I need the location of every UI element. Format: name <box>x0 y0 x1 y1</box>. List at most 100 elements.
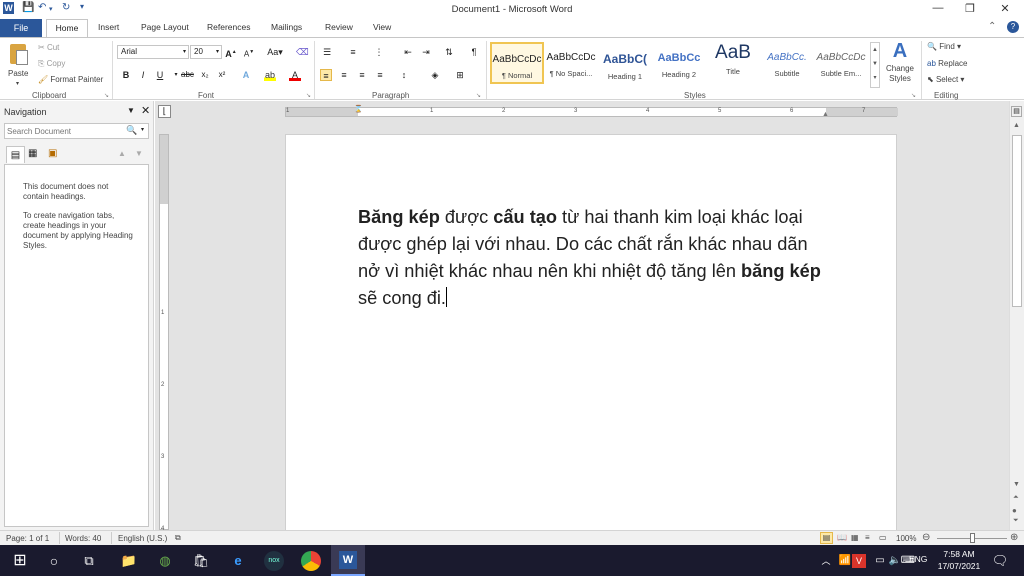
styles-scroll[interactable]: ▲ ▼ ▾ <box>870 42 880 88</box>
copy-button[interactable]: ⎘ Copy <box>38 59 65 69</box>
zoom-thumb[interactable] <box>970 533 975 543</box>
font-launcher-icon[interactable]: ↘ <box>306 92 311 99</box>
tab-insert[interactable]: Insert <box>98 22 119 32</box>
macro-record-icon[interactable]: ⧉ <box>175 533 181 543</box>
web-layout-icon[interactable]: ▦ <box>851 533 859 542</box>
style-no-spaci[interactable]: AaBbCcDc ¶ No Spaci... <box>544 42 598 84</box>
horizontal-ruler[interactable]: 1 1 2 3 4 5 6 7 ⌛ ▲ <box>285 105 898 118</box>
paragraph-launcher-icon[interactable]: ↘ <box>476 92 481 99</box>
app-icon[interactable]: ◍ <box>155 551 175 571</box>
close-pane-icon[interactable]: ✕ <box>141 104 150 117</box>
scroll-thumb[interactable] <box>1012 135 1022 307</box>
next-page-icon[interactable]: ⏷ <box>1013 517 1019 525</box>
search-dropdown-icon[interactable]: ▾ <box>141 126 144 133</box>
tab-home[interactable]: Home <box>46 19 88 38</box>
style-heading-2[interactable]: AaBbCc Heading 2 <box>652 42 706 84</box>
search-input[interactable] <box>7 125 117 137</box>
bullets-icon[interactable]: ☰ <box>321 46 333 58</box>
style-title[interactable]: AaB Title <box>706 42 760 84</box>
cut-button[interactable]: ✂ Cut <box>38 43 59 52</box>
line-spacing-icon[interactable]: ↕ <box>398 69 410 81</box>
task-view-icon[interactable]: ⧉ <box>79 551 99 571</box>
windows-start-icon[interactable]: ⊞ <box>10 551 30 571</box>
style-subtitle[interactable]: AaBbCc. Subtitle <box>760 42 814 84</box>
next-icon[interactable]: ▼ <box>135 149 143 158</box>
zoom-out-icon[interactable]: ⊖ <box>922 532 930 543</box>
vertical-ruler[interactable]: 1 2 3 4 <box>159 134 169 532</box>
replace-button[interactable]: ab Replace <box>927 59 968 68</box>
justify-icon[interactable]: ≡ <box>374 69 386 81</box>
scroll-up-icon[interactable]: ▲ <box>1013 122 1020 129</box>
clock[interactable]: 7:58 AM 17/07/2021 <box>935 548 983 572</box>
help-icon[interactable]: ? <box>1007 21 1019 33</box>
vpn-icon[interactable]: V <box>852 554 866 568</box>
borders-icon[interactable]: ⊞ <box>454 69 466 81</box>
find-button[interactable]: 🔍 Find ▾ <box>927 42 961 51</box>
highlight-icon[interactable]: ab <box>264 69 276 81</box>
style-subtle-em[interactable]: AaBbCcDc Subtle Em... <box>814 42 868 84</box>
print-layout-icon[interactable]: ▤ <box>820 532 833 544</box>
ruler-toggle-icon[interactable]: ▤ <box>1011 106 1022 117</box>
change-styles-button[interactable]: A Change Styles <box>885 40 915 84</box>
numbering-icon[interactable]: ≡ <box>347 46 359 58</box>
nox-icon[interactable]: nox <box>264 551 284 571</box>
close-button[interactable]: ✕ <box>990 2 1020 15</box>
restore-button[interactable]: ❐ <box>955 2 985 15</box>
show-formatting-icon[interactable]: ¶ <box>468 46 480 58</box>
document-body[interactable]: Băng kép được cấu tạo từ hai thanh kim l… <box>358 204 826 312</box>
zoom-level[interactable]: 100% <box>896 534 916 543</box>
zoom-in-icon[interactable]: ⊕ <box>1010 532 1018 543</box>
bold-icon[interactable]: B <box>120 69 132 81</box>
tab-selector-icon[interactable]: ⌊ <box>158 105 171 118</box>
language[interactable]: English (U.S.) <box>118 534 167 543</box>
document-page[interactable]: Băng kép được cấu tạo từ hai thanh kim l… <box>285 134 897 530</box>
vertical-scrollbar[interactable]: ▤ ▲ ▼ ⏶ ● ⏷ <box>1009 101 1024 530</box>
align-right-icon[interactable]: ≡ <box>356 69 368 81</box>
change-case-icon[interactable]: Aa▾ <box>265 46 285 58</box>
clear-formatting-icon[interactable]: ⌫ <box>296 46 309 58</box>
previous-page-icon[interactable]: ⏶ <box>1013 494 1019 502</box>
styles-launcher-icon[interactable]: ↘ <box>911 92 916 99</box>
minimize-ribbon-icon[interactable]: ⌃ <box>988 21 996 32</box>
search-document-box[interactable]: 🔍 ▾ <box>4 123 149 139</box>
subscript-icon[interactable]: x₂ <box>199 69 211 81</box>
style-heading-1[interactable]: AaBbC(Heading 1 <box>598 42 652 84</box>
indent-marker-icon[interactable]: ⌛ <box>354 105 363 113</box>
file-explorer-icon[interactable]: 📁 <box>119 551 139 571</box>
page-count[interactable]: Page: 1 of 1 <box>6 534 49 543</box>
clipboard-launcher-icon[interactable]: ↘ <box>104 92 109 99</box>
paste-icon[interactable] <box>7 41 33 67</box>
full-screen-reading-icon[interactable]: 📖 <box>837 533 847 542</box>
paste-dropdown-icon[interactable]: ▾ <box>16 80 19 87</box>
paste-button[interactable]: Paste <box>8 69 28 78</box>
tab-view[interactable]: View <box>373 22 391 32</box>
multilevel-list-icon[interactable]: ⋮ <box>373 46 385 58</box>
tab-review[interactable]: Review <box>325 22 353 32</box>
sort-icon[interactable]: ⇅ <box>443 46 455 58</box>
tab-file[interactable]: File <box>0 19 42 37</box>
select-button[interactable]: ⬉ Select ▾ <box>927 75 964 84</box>
browse-object-icon[interactable]: ● <box>1012 506 1017 515</box>
store-icon[interactable]: 🛍 <box>191 551 211 571</box>
decrease-indent-icon[interactable]: ⇤ <box>402 46 414 58</box>
minimize-button[interactable]: — <box>923 2 953 14</box>
font-name-combo[interactable]: Arial ▾ <box>117 45 189 59</box>
chevron-up-icon[interactable]: ︿ <box>816 551 836 571</box>
text-effects-icon[interactable]: A <box>240 69 252 81</box>
input-language[interactable]: ENG <box>909 554 927 564</box>
style-normal[interactable]: AaBbCcDc ¶ Normal <box>490 42 544 84</box>
results-tab-icon[interactable]: ▣ <box>48 148 57 159</box>
draft-icon[interactable]: ▭ <box>879 533 887 542</box>
align-center-icon[interactable]: ≡ <box>338 69 350 81</box>
shrink-font-icon[interactable]: A▼ <box>243 46 255 59</box>
italic-icon[interactable]: I <box>137 69 149 81</box>
font-size-combo[interactable]: 20 ▾ <box>190 45 222 59</box>
pages-tab-icon[interactable]: ▦ <box>28 148 37 159</box>
superscript-icon[interactable]: x² <box>216 69 228 81</box>
search-circle-icon[interactable]: ○ <box>44 551 64 571</box>
font-color-icon[interactable]: A <box>289 69 301 81</box>
search-icon[interactable]: 🔍 <box>126 125 137 136</box>
tab-references[interactable]: References <box>207 22 250 32</box>
underline-icon[interactable]: U <box>154 69 166 81</box>
previous-icon[interactable]: ▲ <box>118 149 126 158</box>
